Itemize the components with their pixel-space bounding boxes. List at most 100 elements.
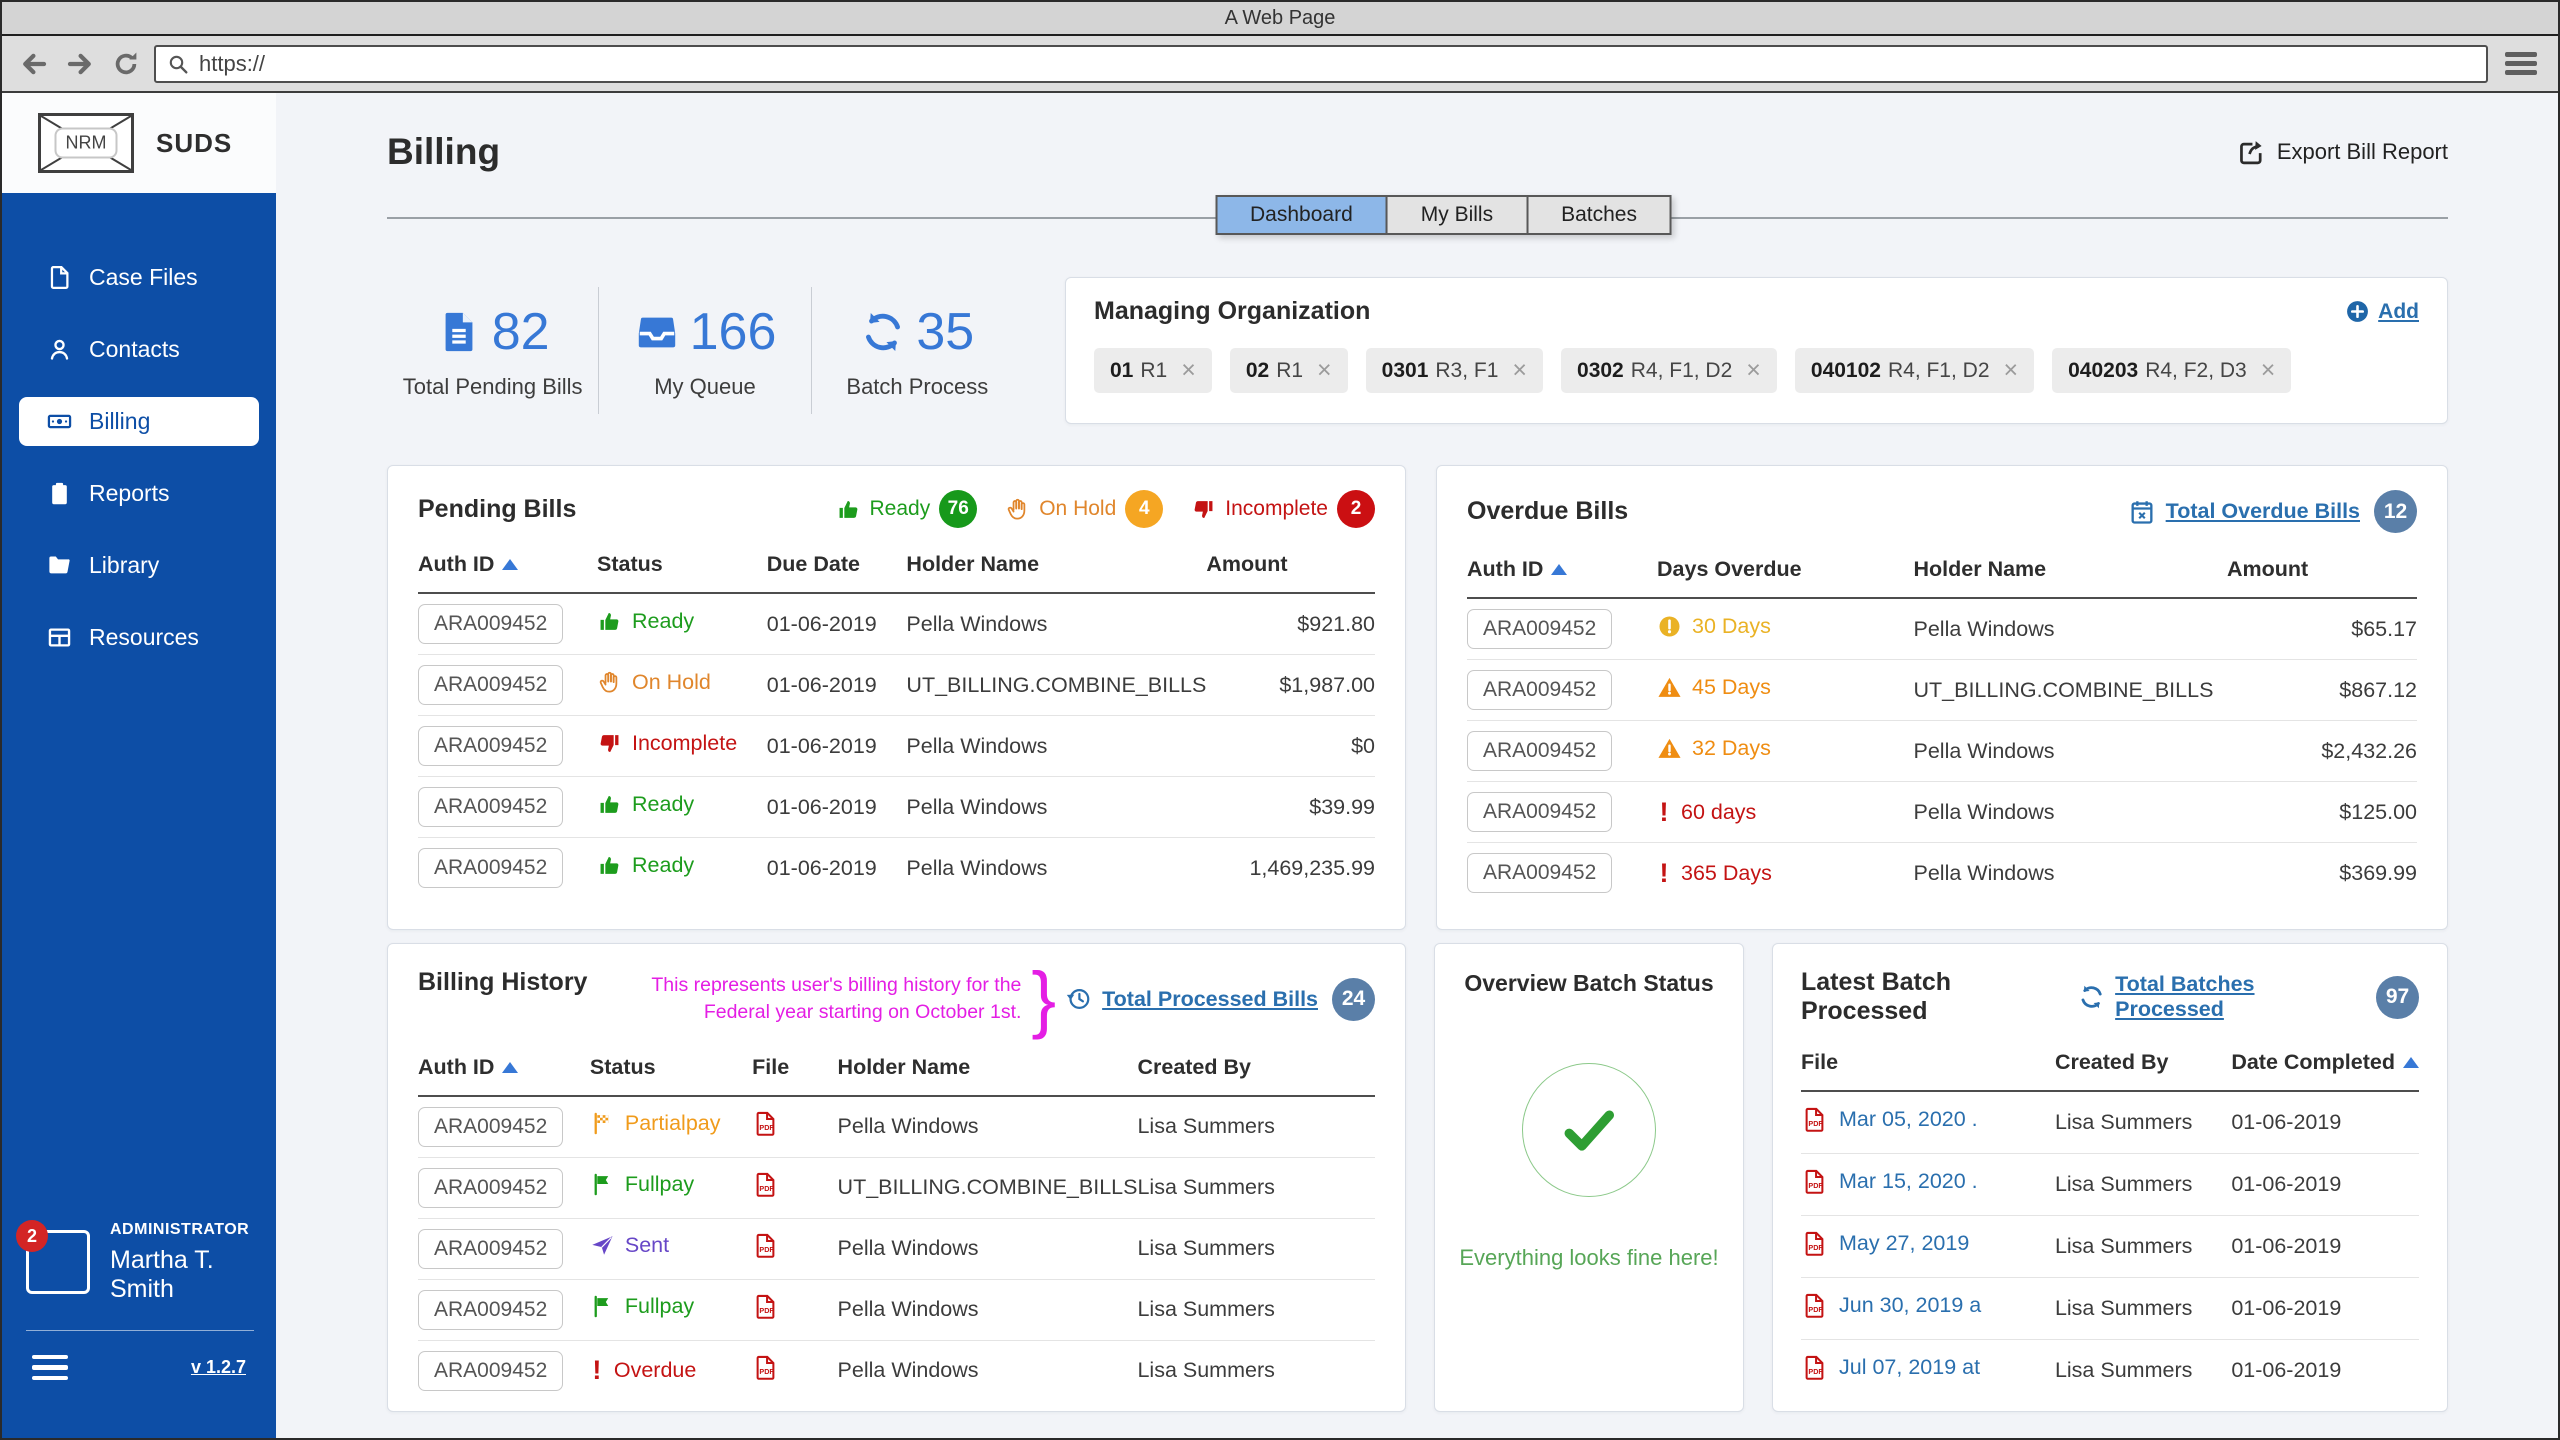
refresh-button[interactable] [108, 46, 144, 82]
exclamation-icon: ! [1657, 797, 1671, 828]
nrm-logo: NRM [38, 113, 134, 173]
close-icon[interactable]: × [1317, 358, 1332, 383]
close-icon[interactable]: × [1512, 358, 1527, 383]
sidebar-item-case-files[interactable]: Case Files [2, 253, 276, 302]
close-icon[interactable]: × [2261, 358, 2276, 383]
sidebar-item-reports[interactable]: Reports [2, 469, 276, 518]
auth-id-button[interactable]: ARA009452 [418, 1168, 563, 1208]
batch-file-link[interactable]: Jun 30, 2019 a [1801, 1292, 1981, 1319]
column-header-amount: Amount [1206, 552, 1375, 593]
pdf-file-icon[interactable] [752, 1232, 779, 1259]
legend-ready: Ready 76 [836, 490, 978, 528]
auth-id-button[interactable]: ARA009452 [1467, 731, 1612, 771]
pending-bills-panel: Pending Bills Ready 76 On Hold 4 [387, 465, 1406, 930]
column-header-auth-id[interactable]: Auth ID [418, 552, 597, 593]
table-row: Mar 05, 2020 . Lisa Summers 01-06-2019 [1801, 1091, 2419, 1154]
export-bill-report-button[interactable]: Export Bill Report [2235, 137, 2448, 168]
holder-name: Pella Windows [1914, 721, 2228, 782]
date-completed: 01-06-2019 [2231, 1091, 2419, 1154]
table-row: ARA009452 Fullpay Pella Windows Lisa Sum… [418, 1279, 1375, 1340]
sidebar: NRM SUDS Case Files Contacts Billing [2, 93, 276, 1438]
org-chip[interactable]: 02R1× [1230, 348, 1348, 393]
pdf-file-icon[interactable] [752, 1293, 779, 1320]
close-icon[interactable]: × [2004, 358, 2019, 383]
pdf-file-icon[interactable] [752, 1354, 779, 1381]
auth-id-button[interactable]: ARA009452 [418, 848, 563, 888]
auth-id-button[interactable]: ARA009452 [1467, 853, 1612, 893]
history-icon [1064, 985, 1092, 1013]
batch-file-link[interactable]: Mar 15, 2020 . [1801, 1168, 1978, 1195]
sidebar-item-billing[interactable]: Billing [19, 397, 259, 446]
total-processed-bills-link[interactable]: Total Processed Bills [1102, 987, 1318, 1012]
sync-icon [860, 309, 906, 355]
flag-icon [590, 1294, 615, 1319]
org-chip[interactable]: 01R1× [1094, 348, 1212, 393]
browser-menu-button[interactable] [2498, 45, 2544, 83]
pdf-file-icon[interactable] [752, 1171, 779, 1198]
org-chip[interactable]: 040203R4, F2, D3× [2052, 348, 2291, 393]
auth-id-button[interactable]: ARA009452 [418, 1107, 563, 1147]
date-completed: 01-06-2019 [2231, 1340, 2419, 1402]
tab-batches[interactable]: Batches [1526, 195, 1672, 235]
column-header-auth-id[interactable]: Auth ID [418, 1055, 590, 1096]
holder-name: Pella Windows [1914, 598, 2228, 660]
paper-plane-icon [590, 1233, 615, 1258]
url-bar[interactable] [154, 45, 2488, 83]
panel-title: Overdue Bills [1467, 497, 1628, 526]
add-organization-button[interactable]: Add [2345, 299, 2419, 324]
auth-id-button[interactable]: ARA009452 [418, 726, 563, 766]
holder-name: Pella Windows [906, 593, 1206, 655]
org-chip[interactable]: 0302R4, F1, D2× [1561, 348, 1777, 393]
sidebar-item-library[interactable]: Library [2, 541, 276, 590]
tab-my-bills[interactable]: My Bills [1386, 195, 1528, 235]
org-chip[interactable]: 040102R4, F1, D2× [1795, 348, 2034, 393]
auth-id-button[interactable]: ARA009452 [1467, 792, 1612, 832]
managing-organization-panel: Managing Organization Add 01R1× 02R1× 03… [1065, 277, 2448, 424]
browser-window: A Web Page NRM SUDS Case File [0, 0, 2560, 1440]
overdue-bills-panel: Overdue Bills Total Overdue Bills 12 Aut… [1436, 465, 2448, 930]
auth-id-button[interactable]: ARA009452 [418, 1229, 563, 1269]
close-icon[interactable]: × [1181, 358, 1196, 383]
avatar[interactable]: 2 [26, 1230, 90, 1294]
sidebar-item-contacts[interactable]: Contacts [2, 325, 276, 374]
amount: $921.80 [1206, 593, 1375, 655]
panel-title: Latest Batch Processed [1801, 968, 2078, 1026]
auth-id-button[interactable]: ARA009452 [418, 665, 563, 705]
sidebar-item-resources[interactable]: Resources [2, 613, 276, 662]
org-chip[interactable]: 0301R3, F1× [1366, 348, 1543, 393]
checkered-flag-icon [590, 1111, 615, 1136]
holder-name: Pella Windows [906, 777, 1206, 838]
page-title: Billing [387, 131, 500, 173]
auth-id-button[interactable]: ARA009452 [1467, 670, 1612, 710]
amount: $39.99 [1206, 777, 1375, 838]
exclamation-icon: ! [590, 1355, 604, 1386]
pdf-file-icon[interactable] [752, 1110, 779, 1137]
url-input[interactable] [199, 51, 2476, 77]
hamburger-menu-icon[interactable] [32, 1355, 68, 1381]
column-header-date-completed[interactable]: Date Completed [2231, 1050, 2419, 1091]
column-header-auth-id[interactable]: Auth ID [1467, 557, 1657, 598]
tab-dashboard[interactable]: Dashboard [1215, 195, 1388, 235]
auth-id-button[interactable]: ARA009452 [418, 604, 563, 644]
total-overdue-bills-link[interactable]: Total Overdue Bills [2166, 499, 2360, 524]
back-button[interactable] [16, 46, 52, 82]
latest-batch-processed-panel: Latest Batch Processed Total Batches Pro… [1772, 943, 2448, 1412]
version-link[interactable]: v 1.2.7 [191, 1357, 246, 1378]
logo-strip: NRM SUDS [2, 93, 276, 193]
close-icon[interactable]: × [1746, 358, 1761, 383]
forward-button[interactable] [62, 46, 98, 82]
column-header-file: File [752, 1055, 837, 1096]
auth-id-button[interactable]: ARA009452 [418, 1290, 563, 1330]
batch-file-link[interactable]: Mar 05, 2020 . [1801, 1106, 1978, 1133]
sort-up-icon [502, 1062, 518, 1073]
total-batches-processed-link[interactable]: Total Batches Processed [2115, 972, 2362, 1022]
folder-icon [46, 552, 73, 579]
thumbs-up-icon [597, 792, 622, 817]
auth-id-button[interactable]: ARA009452 [418, 1351, 563, 1391]
batch-file-link[interactable]: May 27, 2019 [1801, 1230, 1969, 1257]
auth-id-button[interactable]: ARA009452 [418, 787, 563, 827]
pdf-file-icon [1801, 1292, 1828, 1319]
batch-file-link[interactable]: Jul 07, 2019 at [1801, 1354, 1980, 1381]
auth-id-button[interactable]: ARA009452 [1467, 609, 1612, 649]
due-date: 01-06-2019 [767, 838, 907, 899]
